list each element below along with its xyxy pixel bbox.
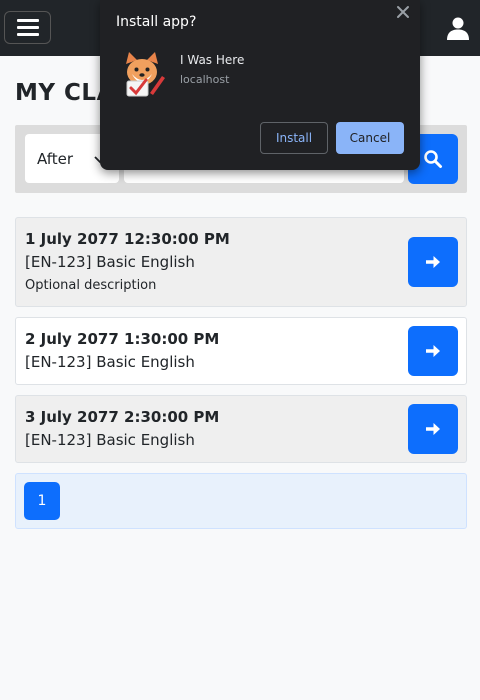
menu-toggle-button[interactable] <box>4 11 51 44</box>
filter-mode-value: After <box>37 149 74 168</box>
arrow-right-icon <box>426 423 440 435</box>
user-icon[interactable] <box>446 16 470 40</box>
open-session-button[interactable] <box>408 326 458 376</box>
pagination: 1 <box>15 473 467 529</box>
hamburger-icon <box>16 19 39 22</box>
session-datetime: 2 July 2077 1:30:00 PM <box>25 330 220 348</box>
open-session-button[interactable] <box>408 237 458 287</box>
app-origin: localhost <box>180 73 230 86</box>
page-button-current[interactable]: 1 <box>24 482 60 520</box>
arrow-right-icon <box>426 345 440 357</box>
search-icon <box>424 150 442 168</box>
install-app-dialog: Install app? I Was Here localhost Instal… <box>100 0 420 170</box>
session-datetime: 3 July 2077 2:30:00 PM <box>25 408 220 426</box>
session-card: 1 July 2077 12:30:00 PM [EN-123] Basic E… <box>15 217 467 307</box>
open-session-button[interactable] <box>408 404 458 454</box>
app-logo-icon <box>126 52 165 97</box>
install-button[interactable]: Install <box>260 122 328 154</box>
dialog-title: Install app? <box>116 14 197 30</box>
cancel-button[interactable]: Cancel <box>336 122 404 154</box>
arrow-right-icon <box>426 256 440 268</box>
app-name: I Was Here <box>180 53 245 67</box>
session-description: Optional description <box>25 278 157 293</box>
session-class-name: [EN-123] Basic English <box>25 431 195 449</box>
session-class-name: [EN-123] Basic English <box>25 353 195 371</box>
session-card: 2 July 2077 1:30:00 PM [EN-123] Basic En… <box>15 317 467 385</box>
session-class-name: [EN-123] Basic English <box>25 253 195 271</box>
close-icon[interactable] <box>396 5 410 19</box>
session-card: 3 July 2077 2:30:00 PM [EN-123] Basic En… <box>15 395 467 463</box>
session-datetime: 1 July 2077 12:30:00 PM <box>25 230 230 248</box>
